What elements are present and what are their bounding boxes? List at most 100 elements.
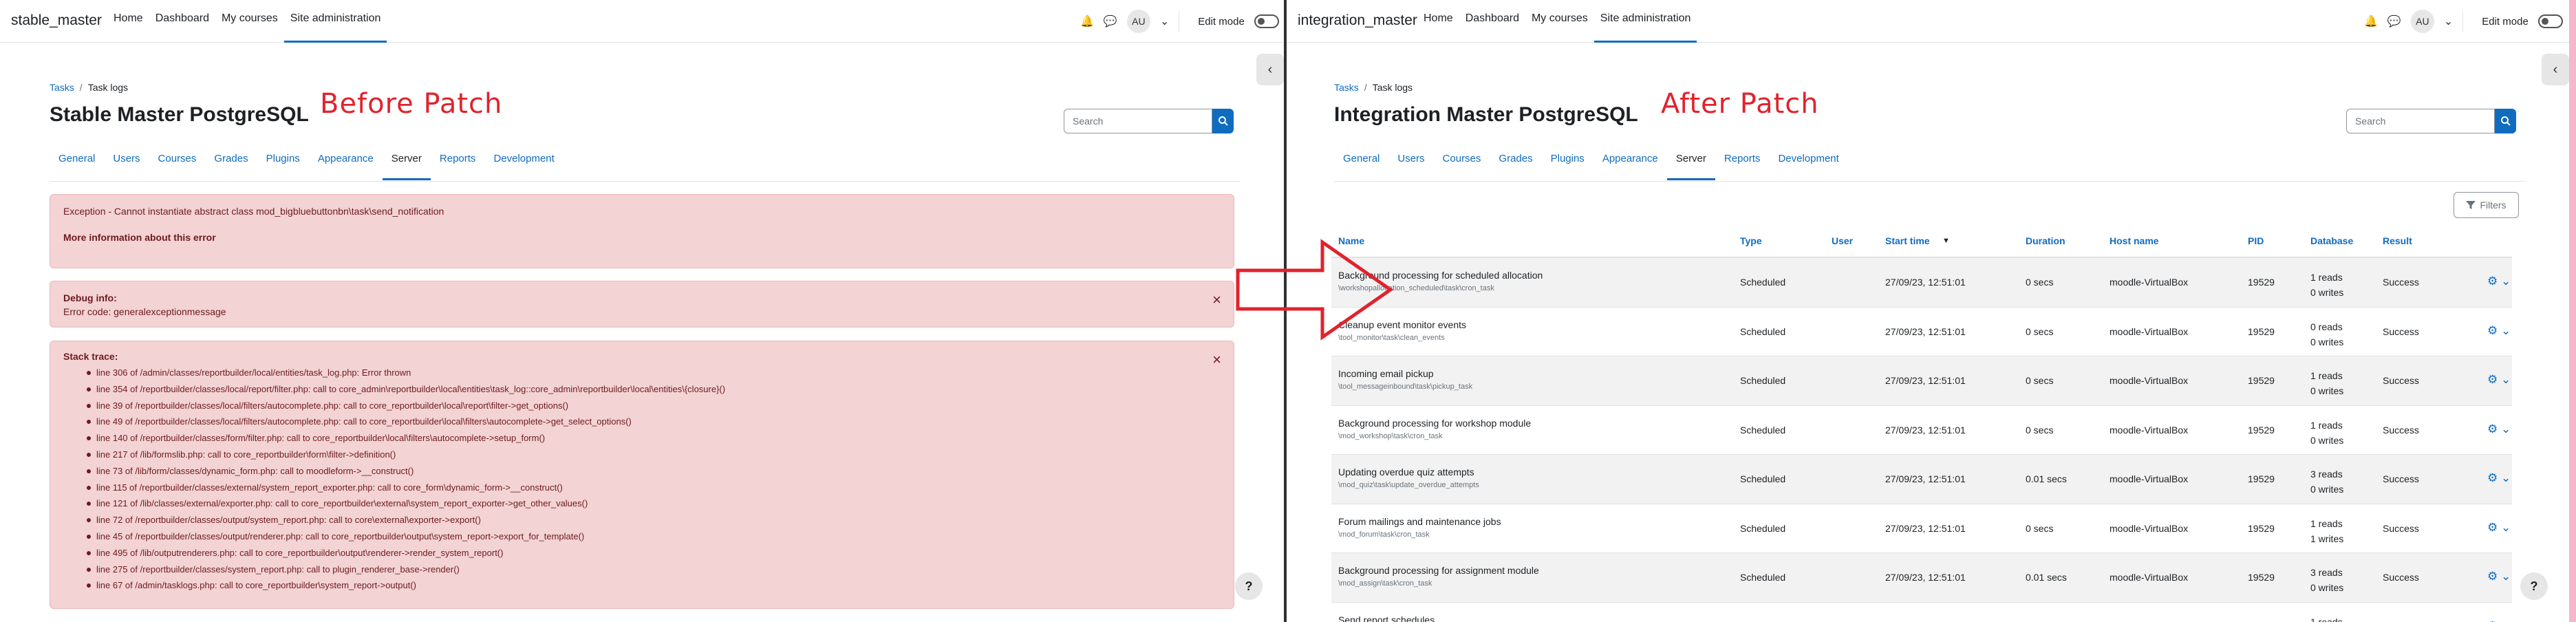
nav-site-administration[interactable]: Site administration [1593, 12, 1697, 43]
user-menu-area: 🔔 💬 AU ⌄ Edit mode [1080, 10, 1279, 33]
col-pid[interactable]: PID [2248, 235, 2264, 246]
cell-result: Success [2383, 325, 2419, 337]
col-result[interactable]: Result [2383, 235, 2412, 246]
gear-icon[interactable]: ⚙ ⌄ [2487, 570, 2511, 583]
cell-pid: 19529 [2248, 325, 2275, 337]
tab-general[interactable]: General [50, 151, 104, 180]
tab-users[interactable]: Users [104, 151, 149, 180]
table-row: Background processing for assignment mod… [1331, 553, 2512, 603]
search-input[interactable]: Search [1064, 109, 1212, 133]
tab-appearance[interactable]: Appearance [309, 151, 383, 180]
avatar[interactable]: AU [1126, 10, 1150, 33]
bell-icon[interactable]: 🔔 [2364, 14, 2378, 28]
chat-icon[interactable]: 💬 [2387, 14, 2401, 28]
tab-grades[interactable]: Grades [205, 151, 257, 180]
cell-duration: 0 secs [2026, 325, 2054, 337]
col-start-time[interactable]: Start time [1885, 235, 1930, 246]
cell-pid: 19529 [2248, 473, 2275, 484]
search-button[interactable] [2495, 109, 2516, 133]
tab-courses[interactable]: Courses [1434, 151, 1490, 180]
nav-home[interactable]: Home [1417, 12, 1459, 43]
tab-development[interactable]: Development [1769, 151, 1847, 180]
cell-result: Success [2383, 473, 2419, 484]
tab-courses[interactable]: Courses [149, 151, 206, 180]
nav-dashboard[interactable]: Dashboard [1459, 12, 1525, 43]
site-name[interactable]: stable_master [11, 12, 102, 29]
exception-message: Exception - Cannot instantiate abstract … [63, 206, 444, 217]
db-writes: 0 writes [2310, 287, 2344, 298]
close-icon[interactable]: × [1212, 351, 1221, 369]
filters-button[interactable]: Filters [2454, 192, 2519, 218]
drawer-toggle-button[interactable]: ‹ [2542, 54, 2569, 85]
edit-mode-toggle[interactable] [1254, 14, 1279, 28]
col-duration[interactable]: Duration [2026, 235, 2065, 246]
cell-database: 3 reads 0 writes [2310, 565, 2343, 595]
nav-my-courses[interactable]: My courses [1525, 12, 1594, 43]
task-name: Updating overdue quiz attempts [1338, 466, 1474, 478]
help-button[interactable]: ? [1235, 572, 1263, 600]
tab-plugins[interactable]: Plugins [257, 151, 309, 180]
close-icon[interactable]: × [1212, 291, 1221, 309]
gear-icon[interactable]: ⚙ ⌄ [2487, 422, 2511, 436]
col-user[interactable]: User [1832, 235, 1853, 246]
task-classname: \mod_quiz\task\update_overdue_attempts [1338, 481, 1479, 489]
gear-icon[interactable]: ⚙ ⌄ [2487, 521, 2511, 535]
col-host-name[interactable]: Host name [2110, 235, 2159, 246]
col-database[interactable]: Database [2310, 235, 2353, 246]
tab-plugins[interactable]: Plugins [1542, 151, 1593, 180]
site-name[interactable]: integration_master [1298, 12, 1417, 29]
debug-alert: Debug info: Error code: generalexception… [50, 281, 1234, 328]
cell-result: Success [2383, 572, 2419, 583]
question-icon: ? [1245, 579, 1253, 593]
stack-title: Stack trace: [63, 351, 118, 362]
tab-reports[interactable]: Reports [431, 151, 485, 180]
gear-icon[interactable]: ⚙ ⌄ [2487, 275, 2511, 288]
tab-development[interactable]: Development [484, 151, 563, 180]
tab-server[interactable]: Server [1666, 151, 1715, 180]
cell-type: Scheduled [1740, 572, 1786, 583]
chevron-down-icon[interactable]: ⌄ [2444, 14, 2453, 28]
table-header: Name Type User Start time ▼ Duration Hos… [1331, 227, 2512, 258]
gear-icon[interactable]: ⚙ ⌄ [2487, 471, 2511, 485]
avatar[interactable]: AU [2410, 10, 2434, 33]
nav-my-courses[interactable]: My courses [215, 12, 284, 43]
breadcrumb-tasks[interactable]: Tasks [1334, 82, 1359, 93]
cell-result: Success [2383, 375, 2419, 386]
tab-grades[interactable]: Grades [1490, 151, 1541, 180]
chat-icon[interactable]: 💬 [1104, 14, 1117, 28]
nav-dashboard[interactable]: Dashboard [149, 12, 215, 43]
tab-general[interactable]: General [1334, 151, 1388, 180]
cell-database: 0 reads 0 writes [2310, 319, 2343, 350]
cell-type: Scheduled [1740, 473, 1786, 484]
sort-desc-icon[interactable]: ▼ [1942, 237, 1950, 245]
cell-pid: 19529 [2248, 424, 2275, 436]
cell-duration: 0.01 secs [2026, 473, 2067, 484]
gear-icon[interactable]: ⚙ ⌄ [2487, 324, 2511, 338]
drawer-toggle-button[interactable]: ‹ [1256, 54, 1284, 85]
right-window: integration_master Home Dashboard My cou… [1287, 0, 2576, 622]
tab-appearance[interactable]: Appearance [1593, 151, 1667, 180]
nav-site-administration[interactable]: Site administration [283, 12, 387, 43]
gear-icon[interactable]: ⚙ ⌄ [2487, 619, 2511, 622]
col-type[interactable]: Type [1740, 235, 1762, 246]
edit-mode-label: Edit mode [2482, 15, 2529, 28]
tab-users[interactable]: Users [1388, 151, 1433, 180]
chevron-down-icon[interactable]: ⌄ [1160, 14, 1169, 28]
stack-line: line 49 of /reportbuilder/classes/local/… [87, 414, 1221, 430]
tab-server[interactable]: Server [382, 151, 431, 180]
tab-reports[interactable]: Reports [1715, 151, 1770, 180]
search-input[interactable]: Search [2346, 109, 2495, 133]
bell-icon[interactable]: 🔔 [1080, 14, 1094, 28]
help-button[interactable]: ? [2520, 572, 2548, 600]
edit-mode-toggle[interactable] [2537, 14, 2563, 28]
table-row: Background processing for workshop modul… [1331, 406, 2512, 455]
db-reads: 1 reads [2310, 272, 2343, 283]
breadcrumb-tasks[interactable]: Tasks [50, 82, 74, 93]
gear-icon[interactable]: ⚙ ⌄ [2487, 373, 2511, 387]
debug-title: Debug info: [63, 292, 117, 303]
more-info-link[interactable]: More information about this error [63, 232, 216, 243]
search-button[interactable] [1212, 109, 1234, 133]
nav-home[interactable]: Home [107, 12, 149, 43]
exception-alert: Exception - Cannot instantiate abstract … [50, 194, 1234, 268]
stack-trace-list: line 306 of /admin/classes/reportbuilder… [63, 365, 1221, 594]
